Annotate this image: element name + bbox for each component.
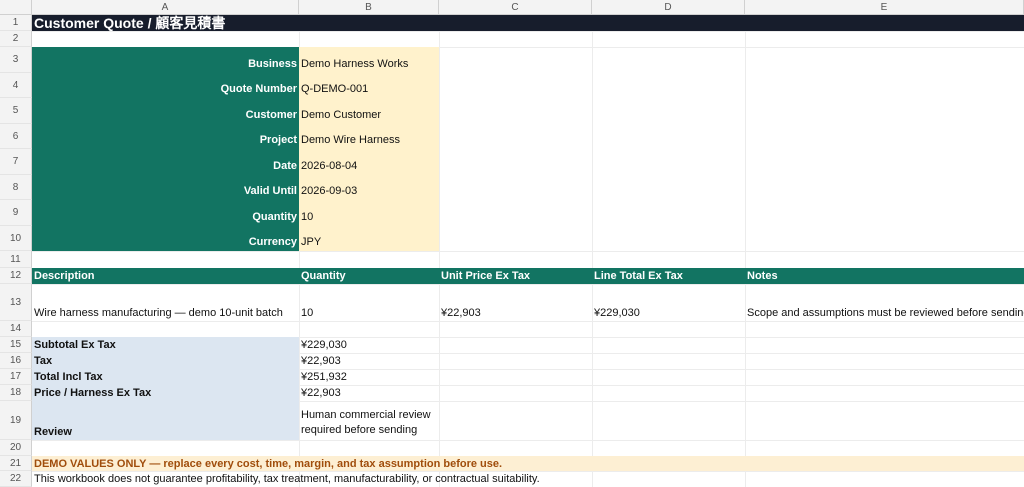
field-value-quote-number[interactable]: Q-DEMO-001 — [299, 73, 439, 98]
field-value-quantity[interactable]: 10 — [299, 200, 439, 226]
line-item-quantity[interactable]: 10 — [299, 284, 439, 321]
column-header-e[interactable]: E — [745, 0, 1024, 15]
review-text-line-2: required before sending — [301, 424, 418, 436]
spreadsheet: A B C D E 1 2 3 4 5 6 7 8 9 10 11 12 13 … — [0, 0, 1024, 487]
row-header[interactable]: 9 — [0, 200, 32, 226]
summary-value-price-per-harness[interactable]: ¥22,903 — [299, 385, 439, 401]
field-value-customer[interactable]: Demo Customer — [299, 98, 439, 124]
line-item-description[interactable]: Wire harness manufacturing — demo 10-uni… — [32, 284, 299, 321]
select-all-corner[interactable] — [0, 0, 32, 15]
review-text-line-1: Human commercial review — [301, 409, 431, 421]
column-title-notes[interactable]: Notes — [745, 268, 1024, 284]
row-header[interactable]: 20 — [0, 440, 32, 456]
field-value-valid-until[interactable]: 2026-09-03 — [299, 175, 439, 200]
summary-value-subtotal[interactable]: ¥229,030 — [299, 337, 439, 353]
line-item-notes[interactable]: Scope and assumptions must be reviewed b… — [745, 284, 1024, 321]
column-header-b[interactable]: B — [299, 0, 439, 15]
gridline — [32, 251, 1024, 252]
row-header[interactable]: 8 — [0, 175, 32, 200]
column-title-line-total[interactable]: Line Total Ex Tax — [592, 268, 745, 284]
field-value-date[interactable]: 2026-08-04 — [299, 149, 439, 175]
column-header-a[interactable]: A — [32, 0, 299, 15]
line-item-unit-price[interactable]: ¥22,903 — [439, 284, 592, 321]
review-label[interactable]: Review — [32, 401, 299, 440]
field-label-valid-until[interactable]: Valid Until — [32, 175, 299, 200]
row-header[interactable]: 2 — [0, 31, 32, 47]
row-header[interactable]: 13 — [0, 284, 32, 321]
summary-value-total[interactable]: ¥251,932 — [299, 369, 439, 385]
disclaimer-text[interactable]: This workbook does not guarantee profita… — [32, 471, 1024, 487]
field-label-project[interactable]: Project — [32, 124, 299, 149]
summary-value-tax[interactable]: ¥22,903 — [299, 353, 439, 369]
row-header[interactable]: 14 — [0, 321, 32, 337]
demo-warning-text[interactable]: DEMO VALUES ONLY — replace every cost, t… — [32, 456, 1024, 471]
field-label-customer[interactable]: Customer — [32, 98, 299, 124]
row-header[interactable]: 7 — [0, 149, 32, 175]
field-value-currency[interactable]: JPY — [299, 226, 439, 251]
row-header[interactable]: 6 — [0, 124, 32, 149]
row-header[interactable]: 10 — [0, 226, 32, 251]
summary-label-tax[interactable]: Tax — [32, 353, 299, 369]
field-label-currency[interactable]: Currency — [32, 226, 299, 251]
row-header[interactable]: 1 — [0, 15, 32, 31]
field-value-project[interactable]: Demo Wire Harness — [299, 124, 439, 149]
review-value[interactable]: Human commercial review required before … — [299, 401, 439, 440]
column-title-unit-price[interactable]: Unit Price Ex Tax — [439, 268, 592, 284]
row-header[interactable]: 3 — [0, 47, 32, 73]
row-header[interactable]: 11 — [0, 251, 32, 268]
field-label-business[interactable]: Business — [32, 47, 299, 73]
field-label-quantity[interactable]: Quantity — [32, 200, 299, 226]
summary-label-price-per-harness[interactable]: Price / Harness Ex Tax — [32, 385, 299, 401]
field-label-date[interactable]: Date — [32, 149, 299, 175]
row-header[interactable]: 19 — [0, 401, 32, 440]
summary-label-subtotal[interactable]: Subtotal Ex Tax — [32, 337, 299, 353]
gridline — [32, 440, 1024, 441]
line-item-line-total[interactable]: ¥229,030 — [592, 284, 745, 321]
column-title-quantity[interactable]: Quantity — [299, 268, 439, 284]
row-header[interactable]: 17 — [0, 369, 32, 385]
gridline — [32, 321, 1024, 322]
column-header-d[interactable]: D — [592, 0, 745, 15]
gridline — [32, 31, 1024, 32]
row-header[interactable]: 18 — [0, 385, 32, 401]
row-header[interactable]: 4 — [0, 73, 32, 98]
column-header-c[interactable]: C — [439, 0, 592, 15]
row-header[interactable]: 5 — [0, 98, 32, 124]
sheet-title[interactable]: Customer Quote / 顧客見積書 — [32, 15, 1024, 31]
field-label-quote-number[interactable]: Quote Number — [32, 73, 299, 98]
summary-label-total[interactable]: Total Incl Tax — [32, 369, 299, 385]
row-header[interactable]: 12 — [0, 268, 32, 284]
row-header[interactable]: 22 — [0, 471, 32, 487]
row-header[interactable]: 16 — [0, 353, 32, 369]
row-header[interactable]: 21 — [0, 456, 32, 471]
row-header[interactable]: 15 — [0, 337, 32, 353]
column-title-description[interactable]: Description — [32, 268, 299, 284]
field-value-business[interactable]: Demo Harness Works — [299, 47, 439, 73]
